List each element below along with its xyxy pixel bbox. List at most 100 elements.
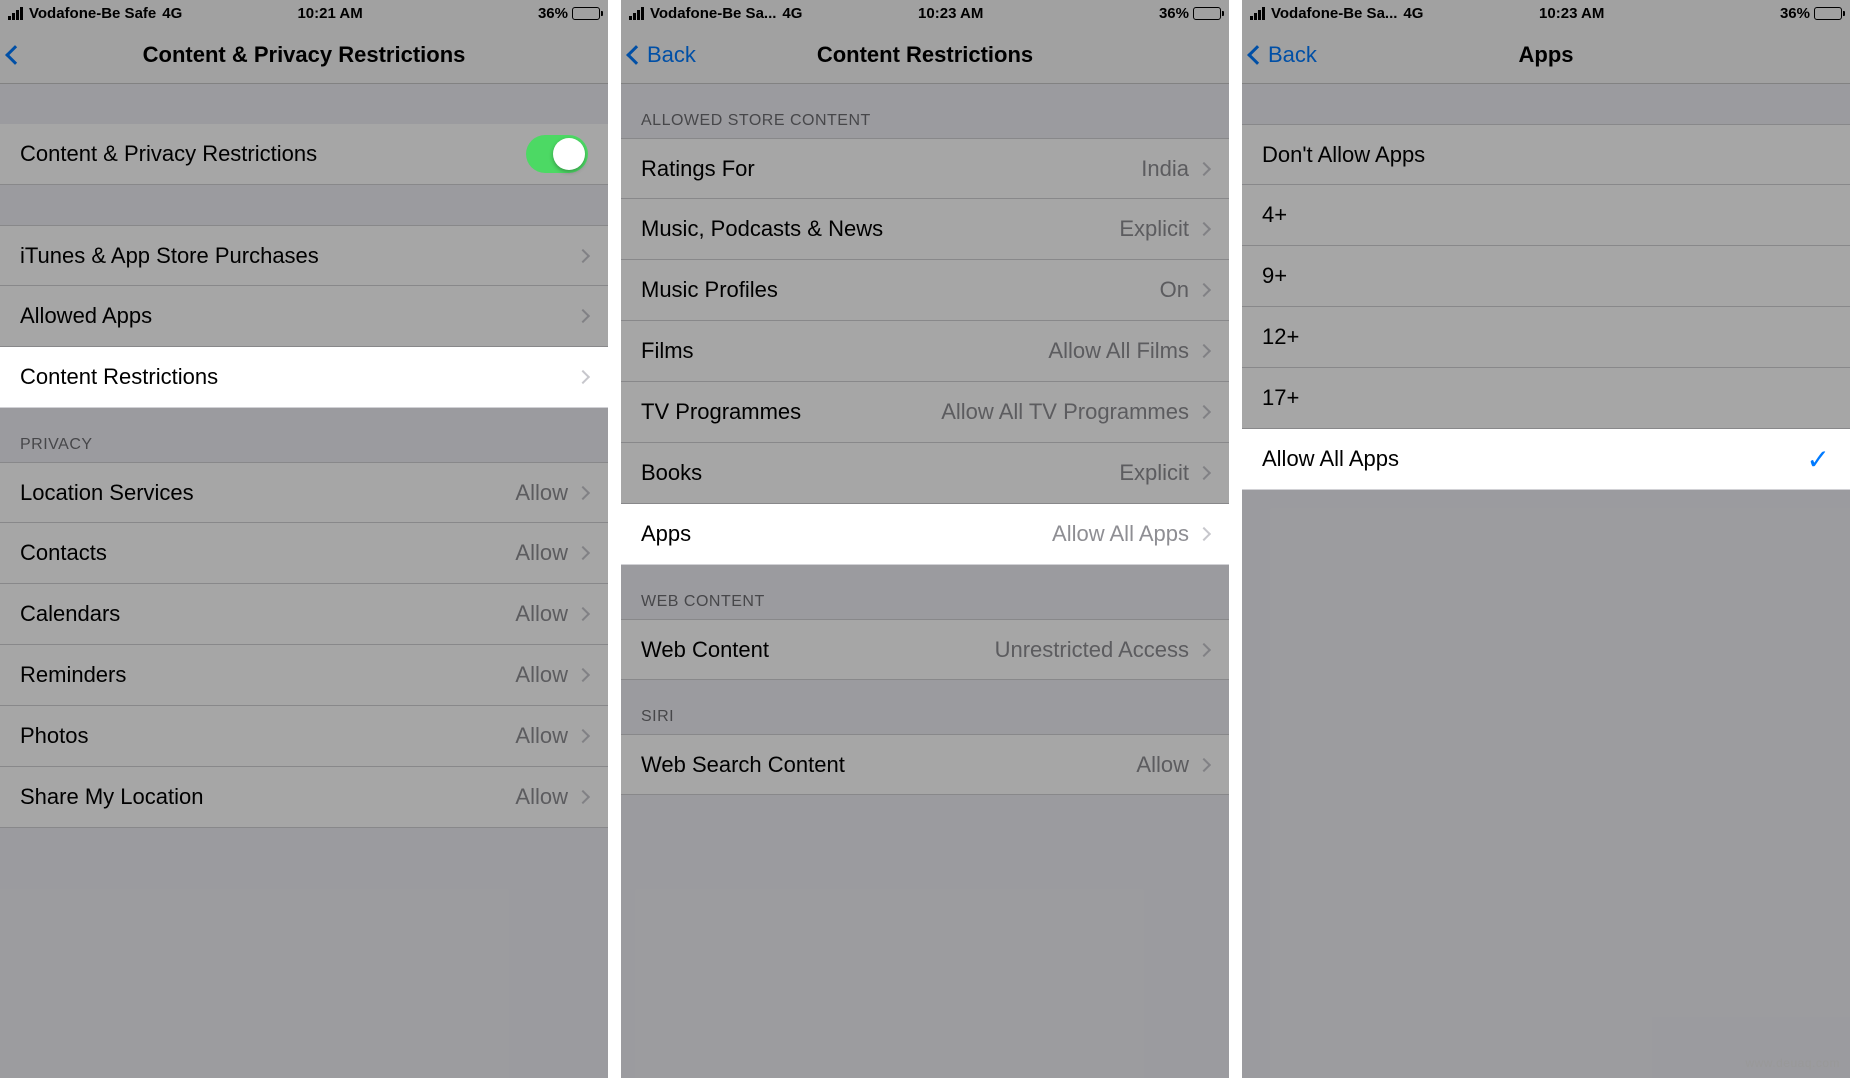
siri-row[interactable]: Web Search ContentAllow xyxy=(621,734,1229,795)
store-row[interactable]: Ratings ForIndia xyxy=(621,138,1229,199)
row-label: iTunes & App Store Purchases xyxy=(20,243,578,269)
row-label: Ratings For xyxy=(641,156,1141,182)
back-button[interactable]: Back xyxy=(629,42,696,68)
screen-content-restrictions: Vodafone-Be Sa... 4G 10:23 AM 36% Back C… xyxy=(621,0,1229,1078)
back-button[interactable]: Back xyxy=(1250,42,1317,68)
row-label: Apps xyxy=(641,521,1052,547)
apps-row[interactable]: Allow All Apps✓ xyxy=(1242,429,1850,490)
page-title: Content Restrictions xyxy=(629,42,1221,68)
chevron-right-icon xyxy=(1197,757,1211,771)
screen-content-privacy: Vodafone-Be Safe 4G 10:21 AM 36% Content… xyxy=(0,0,608,1078)
row-value: Allow All Apps xyxy=(1052,521,1189,547)
battery-icon xyxy=(1814,7,1842,20)
nav-bar: Back Content Restrictions xyxy=(621,26,1229,84)
row-value: Allow xyxy=(515,784,568,810)
row-value: Unrestricted Access xyxy=(995,637,1189,663)
row-label: Share My Location xyxy=(20,784,515,810)
watermark: www.deuaq.com xyxy=(1745,1056,1840,1070)
status-bar: Vodafone-Be Safe 4G 10:21 AM 36% xyxy=(0,0,608,26)
toggle-row-restrictions[interactable]: Content & Privacy Restrictions xyxy=(0,124,608,185)
row-value: Allow All TV Programmes xyxy=(941,399,1189,425)
settings-row[interactable]: Content Restrictions xyxy=(0,347,608,408)
row-label: Content Restrictions xyxy=(20,364,578,390)
store-row[interactable]: BooksExplicit xyxy=(621,443,1229,504)
chevron-right-icon xyxy=(576,790,590,804)
row-value: On xyxy=(1160,277,1189,303)
row-value: Explicit xyxy=(1119,216,1189,242)
chevron-left-icon xyxy=(626,45,646,65)
row-label: Calendars xyxy=(20,601,515,627)
section-header-privacy: PRIVACY xyxy=(0,408,608,462)
privacy-row[interactable]: ContactsAllow xyxy=(0,523,608,584)
toggle-switch[interactable] xyxy=(526,135,588,173)
apps-row[interactable]: 12+ xyxy=(1242,307,1850,368)
section-header-web: WEB CONTENT xyxy=(621,565,1229,619)
row-label: 4+ xyxy=(1262,202,1830,228)
nav-bar: Back Apps xyxy=(1242,26,1850,84)
apps-row[interactable]: 9+ xyxy=(1242,246,1850,307)
row-label: Books xyxy=(641,460,1119,486)
row-value: India xyxy=(1141,156,1189,182)
row-label: Allow All Apps xyxy=(1262,446,1807,472)
privacy-row[interactable]: Location ServicesAllow xyxy=(0,462,608,523)
chevron-right-icon xyxy=(1197,527,1211,541)
signal-bars-icon xyxy=(8,7,23,20)
clock-label: 10:21 AM xyxy=(122,5,538,22)
privacy-row[interactable]: RemindersAllow xyxy=(0,645,608,706)
battery-icon xyxy=(572,7,600,20)
chevron-left-icon xyxy=(5,45,25,65)
store-row[interactable]: AppsAllow All Apps xyxy=(621,504,1229,565)
row-value: Allow xyxy=(515,723,568,749)
back-label: Back xyxy=(1268,42,1317,68)
web-row[interactable]: Web ContentUnrestricted Access xyxy=(621,619,1229,680)
row-value: Allow xyxy=(515,480,568,506)
privacy-row[interactable]: Share My LocationAllow xyxy=(0,767,608,828)
page-title: Content & Privacy Restrictions xyxy=(8,42,600,68)
store-row[interactable]: Music, Podcasts & NewsExplicit xyxy=(621,199,1229,260)
privacy-row[interactable]: PhotosAllow xyxy=(0,706,608,767)
privacy-row[interactable]: CalendarsAllow xyxy=(0,584,608,645)
chevron-right-icon xyxy=(576,485,590,499)
row-label: Web Search Content xyxy=(641,752,1136,778)
row-value: Explicit xyxy=(1119,460,1189,486)
row-label: Allowed Apps xyxy=(20,303,578,329)
row-value: Allow xyxy=(515,601,568,627)
clock-label: 10:23 AM xyxy=(1363,5,1780,22)
chevron-right-icon xyxy=(1197,161,1211,175)
row-label: 9+ xyxy=(1262,263,1830,289)
chevron-right-icon xyxy=(576,309,590,323)
row-value: Allow All Films xyxy=(1048,338,1189,364)
chevron-right-icon xyxy=(576,668,590,682)
store-row[interactable]: FilmsAllow All Films xyxy=(621,321,1229,382)
chevron-left-icon xyxy=(1247,45,1267,65)
row-value: Allow xyxy=(515,540,568,566)
clock-label: 10:23 AM xyxy=(742,5,1159,22)
row-label: TV Programmes xyxy=(641,399,941,425)
apps-row[interactable]: Don't Allow Apps xyxy=(1242,124,1850,185)
chevron-right-icon xyxy=(576,546,590,560)
battery-percent: 36% xyxy=(1159,5,1189,22)
status-bar: Vodafone-Be Sa... 4G 10:23 AM 36% xyxy=(621,0,1229,26)
settings-row[interactable]: Allowed Apps xyxy=(0,286,608,347)
chevron-right-icon xyxy=(1197,344,1211,358)
page-title: Apps xyxy=(1250,42,1842,68)
apps-row[interactable]: 4+ xyxy=(1242,185,1850,246)
chevron-right-icon xyxy=(1197,283,1211,297)
section-header-siri: SIRI xyxy=(621,680,1229,734)
apps-row[interactable]: 17+ xyxy=(1242,368,1850,429)
toggle-label: Content & Privacy Restrictions xyxy=(20,141,526,167)
chevron-right-icon xyxy=(576,370,590,384)
settings-row[interactable]: iTunes & App Store Purchases xyxy=(0,225,608,286)
chevron-right-icon xyxy=(576,607,590,621)
store-row[interactable]: TV ProgrammesAllow All TV Programmes xyxy=(621,382,1229,443)
row-label: Music Profiles xyxy=(641,277,1160,303)
signal-bars-icon xyxy=(629,7,644,20)
back-button[interactable] xyxy=(8,48,24,62)
row-label: Contacts xyxy=(20,540,515,566)
row-label: 17+ xyxy=(1262,385,1830,411)
signal-bars-icon xyxy=(1250,7,1265,20)
store-row[interactable]: Music ProfilesOn xyxy=(621,260,1229,321)
checkmark-icon: ✓ xyxy=(1807,443,1830,476)
row-value: Allow xyxy=(1136,752,1189,778)
screen-apps: Vodafone-Be Sa... 4G 10:23 AM 36% Back A… xyxy=(1242,0,1850,1078)
